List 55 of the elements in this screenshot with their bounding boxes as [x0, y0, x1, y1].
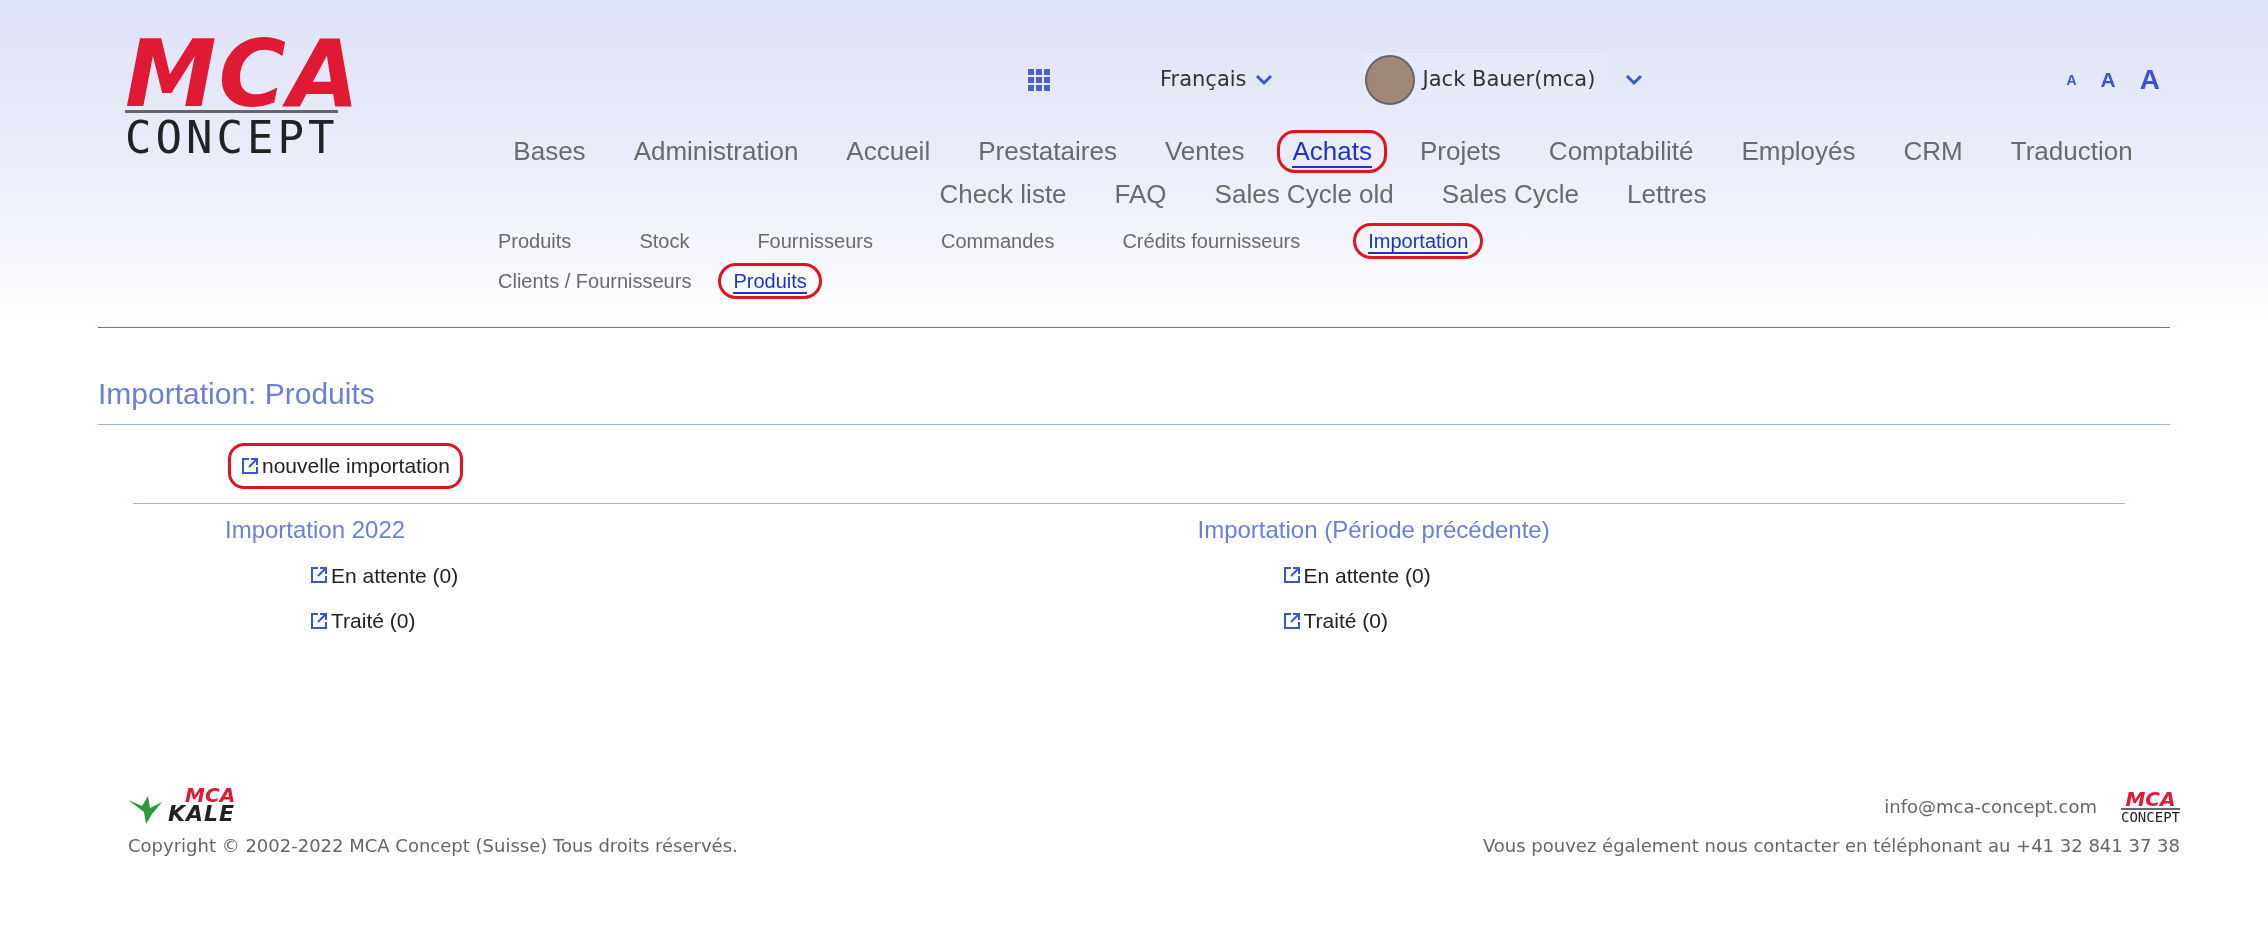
nav-tab[interactable]: Stock	[624, 223, 705, 260]
nav-tab[interactable]: Produits	[718, 263, 822, 300]
logo-text: MCA	[2125, 789, 2176, 808]
external-link-icon	[310, 611, 328, 630]
logo-text: MCA	[185, 785, 236, 804]
nav-tab[interactable]: Bases	[498, 130, 601, 173]
nav-tab[interactable]: Prestataires	[963, 130, 1132, 173]
logo-text: KALE	[168, 803, 236, 824]
external-link-icon	[241, 456, 259, 475]
logo-text: CONCEPT	[2121, 807, 2180, 824]
nav-tab[interactable]: Sales Cycle old	[1199, 172, 1409, 216]
nav-tab[interactable]: Employés	[1726, 130, 1871, 173]
nav-tab[interactable]: Fournisseurs	[742, 223, 888, 260]
nav-tab[interactable]: Achats	[1277, 130, 1387, 173]
page-title: Importation: Produits	[98, 328, 2170, 425]
new-import-link[interactable]: nouvelle importation	[228, 443, 463, 489]
nav-tab[interactable]: Sales Cycle	[1426, 172, 1595, 216]
email-link[interactable]: info@mca-concept.com	[1884, 793, 2097, 820]
external-link-icon	[1282, 566, 1301, 585]
nav-tab[interactable]: Commandes	[926, 223, 1070, 260]
nav-tab[interactable]: CRM	[1888, 130, 1978, 173]
nav-tab[interactable]: Clients / Fournisseurs	[483, 263, 707, 300]
nav-tab[interactable]: Comptabilité	[1533, 130, 1709, 173]
avatar	[1364, 55, 1415, 105]
user-menu[interactable]: Jack Bauer(mca)	[1362, 53, 1608, 107]
external-link-icon	[310, 566, 328, 585]
nav-tab[interactable]: Ventes	[1149, 130, 1260, 173]
user-name: Jack Bauer(mca)	[1422, 66, 1596, 94]
nav-tab[interactable]: Lettres	[1612, 172, 1722, 216]
font-size-button[interactable]: A	[2100, 64, 2116, 96]
external-link-icon	[1282, 611, 1301, 630]
phone-text: Vous pouvez également nous contacter en téléphonant au +41 32 841 37 38	[1482, 833, 2180, 858]
nav-tab[interactable]: Administration	[618, 130, 814, 173]
nav-tab[interactable]: Importation	[1353, 223, 1484, 260]
nav-tab[interactable]: FAQ	[1099, 172, 1182, 216]
chevron-down-icon	[1254, 74, 1273, 86]
section-title: Importation (Période précédente)	[1197, 514, 1550, 545]
status-link[interactable]: En attente (0)	[310, 559, 459, 591]
section-title: Importation 2022	[225, 514, 406, 545]
apps-grid-icon[interactable]	[1028, 69, 1050, 91]
font-size-button[interactable]: A	[2066, 69, 2077, 91]
status-link[interactable]: En attente (0)	[1282, 559, 1431, 591]
font-size-button[interactable]: A	[2139, 59, 2160, 101]
nav-tab[interactable]: Check liste	[924, 172, 1082, 216]
nav-tab[interactable]: Projets	[1404, 130, 1516, 173]
language-selector[interactable]: Français	[1160, 64, 1273, 96]
nav-tab[interactable]: Crédits fournisseurs	[1107, 223, 1316, 260]
status-link[interactable]: Traité (0)	[1282, 605, 1388, 637]
chevron-down-icon	[1625, 74, 1644, 86]
logo-text: CONCEPT	[125, 110, 339, 161]
nav-tab[interactable]: Accueil	[831, 130, 946, 173]
nav-tab[interactable]: Traduction	[1995, 130, 2148, 173]
status-link[interactable]: Traité (0)	[310, 605, 416, 637]
nav-tab[interactable]: Produits	[483, 223, 587, 260]
copyright-text: Copyright © 2002-2022 MCA Concept (Suisse) Tous droits réservés.	[128, 833, 738, 858]
